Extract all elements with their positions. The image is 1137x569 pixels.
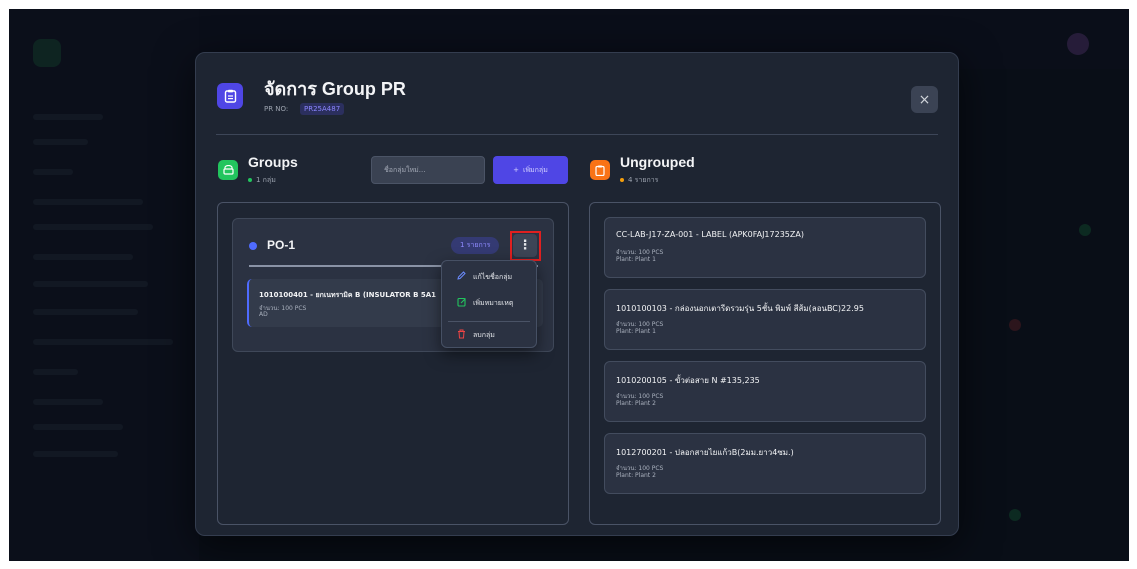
ungrouped-count: 4 รายการ xyxy=(620,175,658,186)
add-group-button[interactable]: + เพิ่มกลุ่ม xyxy=(493,156,568,184)
group-item-title: 1010100401 - ยกเนทรามิค B (INSULATOR B 5… xyxy=(259,291,437,299)
groups-section-title: Groups xyxy=(248,154,298,170)
ungrouped-item-plant: Plant: Plant 1 xyxy=(616,328,656,335)
ungrouped-item-title: 1012700201 - ปลอกสายไยแก้วB(2มม.ยาว4ซม.) xyxy=(616,448,794,457)
status-dot xyxy=(620,178,624,182)
header-divider xyxy=(216,134,938,135)
close-button[interactable]: × xyxy=(911,86,938,113)
group-pr-modal: จัดการ Group PR PR NO: PR25A487 × Groups… xyxy=(195,52,959,536)
menu-item-label: เพิ่มหมายเหตุ xyxy=(473,298,514,307)
ungrouped-item-plant: Plant: Plant 2 xyxy=(616,400,656,407)
ungrouped-item-plant: Plant: Plant 1 xyxy=(616,256,656,263)
status-dot xyxy=(248,178,252,182)
ungrouped-section-title: Ungrouped xyxy=(620,154,695,170)
ungrouped-item[interactable]: CC-LAB-J17-ZA-001 - LABEL (APK0FAJ17235Z… xyxy=(604,217,926,278)
groups-panel: PO-1 1 รายการ ⋮ 1010100401 - ยกเนทรามิค … xyxy=(217,202,569,525)
menu-item-rename-group[interactable]: แก้ไขชื่อกลุ่ม xyxy=(442,266,538,288)
clipboard-icon xyxy=(217,83,243,109)
menu-divider xyxy=(448,321,530,322)
pr-number-badge: PR25A487 xyxy=(300,103,345,115)
trash-icon xyxy=(456,329,467,342)
ungrouped-section-icon xyxy=(590,160,610,180)
ungrouped-panel: CC-LAB-J17-ZA-001 - LABEL (APK0FAJ17235Z… xyxy=(589,202,941,525)
groups-count-text: 1 กลุ่ม xyxy=(256,176,276,184)
ungrouped-count-text: 4 รายการ xyxy=(628,176,659,184)
groups-section-icon xyxy=(218,160,238,180)
group-name: PO-1 xyxy=(267,238,296,252)
group-item-note: AD xyxy=(259,311,268,318)
menu-item-delete-group[interactable]: ลบกลุ่ม xyxy=(442,324,538,346)
plus-icon: + xyxy=(513,166,520,174)
new-group-name-input[interactable] xyxy=(371,156,485,184)
groups-count: 1 กลุ่ม xyxy=(248,175,276,186)
ungrouped-item-title: CC-LAB-J17-ZA-001 - LABEL (APK0FAJ17235Z… xyxy=(616,230,804,239)
ungrouped-item-title: 1010100103 - กล่องนอกเตารีดรวมรุ่น 5ชั้น… xyxy=(616,304,864,313)
add-group-label: เพิ่มกลุ่ม xyxy=(523,165,548,174)
ungrouped-item-title: 1010200105 - ขั้วต่อสาย N #135,235 xyxy=(616,376,760,385)
ungrouped-item-plant: Plant: Plant 2 xyxy=(616,472,656,479)
group-actions-menu: แก้ไขชื่อกลุ่ม เพิ่มหมายเหตุ ลบกลุ่ม xyxy=(441,260,537,348)
menu-item-label: ลบกลุ่ม xyxy=(473,330,495,339)
ungrouped-item[interactable]: 1012700201 - ปลอกสายไยแก้วB(2มม.ยาว4ซม.)… xyxy=(604,433,926,494)
group-item-count-badge: 1 รายการ xyxy=(451,237,500,254)
app-screen: จัดการ Group PR PR NO: PR25A487 × Groups… xyxy=(9,9,1129,561)
menu-item-label: แก้ไขชื่อกลุ่ม xyxy=(473,272,513,281)
pr-number-label: PR NO: xyxy=(264,105,289,113)
ungrouped-item[interactable]: 1010200105 - ขั้วต่อสาย N #135,235 จำนวน… xyxy=(604,361,926,422)
pencil-icon xyxy=(456,271,467,283)
group-color-dot xyxy=(249,242,257,250)
menu-item-add-note[interactable]: เพิ่มหมายเหตุ xyxy=(442,292,538,314)
note-edit-icon xyxy=(456,297,467,310)
highlight-box xyxy=(510,231,541,261)
modal-title: จัดการ Group PR xyxy=(264,79,406,99)
ungrouped-item[interactable]: 1010100103 - กล่องนอกเตารีดรวมรุ่น 5ชั้น… xyxy=(604,289,926,350)
